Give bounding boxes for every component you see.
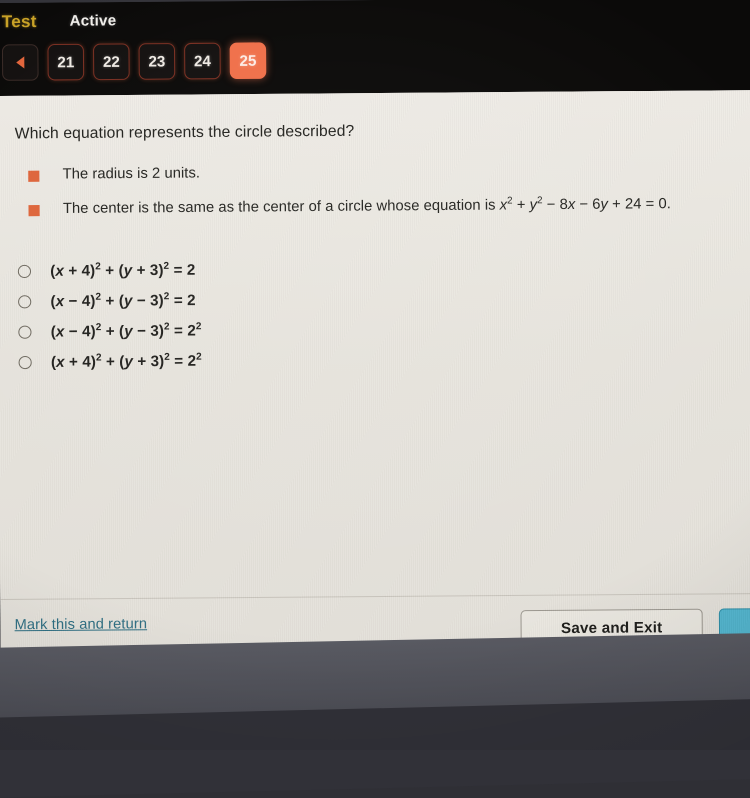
answer-option-a-label: (x + 4)2 + (y + 3)2 = 2	[50, 260, 196, 280]
radio-button-c[interactable]	[18, 325, 32, 339]
test-label: Test	[1, 11, 37, 32]
pager-previous-button[interactable]	[1, 44, 39, 81]
footer-divider	[0, 593, 750, 601]
square-bullet-icon	[28, 170, 40, 182]
test-status-label: Active	[69, 12, 117, 30]
answer-option-d-label: (x + 4)2 + (y + 3)2 = 22	[50, 351, 202, 371]
pager-page-25-current[interactable]: 25	[229, 42, 267, 80]
pager-page-23[interactable]: 23	[138, 43, 176, 80]
condition-item-center: The center is the same as the center of …	[28, 195, 737, 218]
question-pager: 21 22 23 24 25	[1, 42, 267, 81]
condition-center-text: The center is the same as the center of …	[62, 195, 671, 218]
photo-of-screen: Test Active 21 22 23 24 25 Which equatio…	[0, 0, 750, 798]
answer-options-group: (x + 4)2 + (y + 3)2 = 2 (x − 4)2 + (y − …	[17, 254, 202, 377]
answer-option-b[interactable]: (x − 4)2 + (y − 3)2 = 2	[18, 285, 201, 317]
screen-area: Test Active 21 22 23 24 25 Which equatio…	[0, 0, 750, 671]
pager-page-24[interactable]: 24	[184, 42, 221, 80]
question-conditions-list: The radius is 2 units. The center is the…	[28, 161, 737, 235]
triangle-left-icon	[16, 56, 25, 69]
answer-option-a[interactable]: (x + 4)2 + (y + 3)2 = 2	[17, 254, 201, 286]
answer-option-c-label: (x − 4)2 + (y − 3)2 = 22	[50, 320, 202, 341]
condition-item-radius: The radius is 2 units.	[28, 161, 737, 183]
toolbar-status-row: Test Active	[0, 3, 750, 37]
top-toolbar: Test Active 21 22 23 24 25	[0, 0, 750, 97]
pager-page-21[interactable]: 21	[47, 43, 85, 81]
radio-button-b[interactable]	[18, 294, 32, 308]
mark-this-and-return-link[interactable]: Mark this and return	[15, 616, 148, 633]
pager-page-22[interactable]: 22	[92, 43, 130, 81]
condition-radius-text: The radius is 2 units.	[62, 165, 201, 183]
answer-option-d[interactable]: (x + 4)2 + (y + 3)2 = 22	[18, 345, 202, 377]
radio-button-d[interactable]	[18, 355, 32, 369]
answer-option-b-label: (x − 4)2 + (y − 3)2 = 2	[50, 290, 196, 310]
question-content-panel: Which equation represents the circle des…	[0, 90, 750, 671]
answer-option-c[interactable]: (x − 4)2 + (y − 3)2 = 22	[18, 315, 202, 347]
question-prompt: Which equation represents the circle des…	[14, 122, 355, 143]
radio-button-a[interactable]	[17, 264, 32, 278]
square-bullet-icon	[28, 205, 40, 217]
